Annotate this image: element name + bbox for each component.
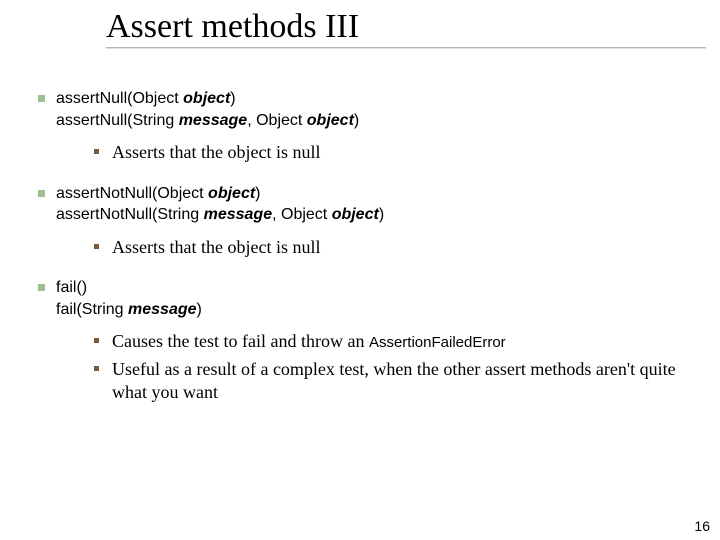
text-segment: Asserts that the object is null xyxy=(112,237,320,257)
sub-bullet-text: Useful as a result of a complex test, wh… xyxy=(112,358,690,405)
text-segment: , Object xyxy=(272,206,332,223)
sub-bullet-group: Causes the test to fail and throw an Ass… xyxy=(94,330,690,404)
bullet-level2: Asserts that the object is null xyxy=(94,141,690,164)
bullet-level1: assertNotNull(Object object) assertNotNul… xyxy=(38,183,690,226)
text-segment: ) xyxy=(230,90,235,107)
square-bullet-icon xyxy=(38,183,56,226)
text-segment: AssertionFailedError xyxy=(369,334,506,351)
text-segment: ) xyxy=(197,301,202,318)
text-segment: object xyxy=(183,90,230,107)
square-bullet-icon xyxy=(38,88,56,131)
text-segment: fail() xyxy=(56,279,87,296)
content-area: assertNull(Object object) assertNull(Stri… xyxy=(38,88,690,409)
bullet-level1: fail() fail(String message) xyxy=(38,277,690,320)
sub-bullet-text: Causes the test to fail and throw an Ass… xyxy=(112,330,506,353)
slide: Assert methods III assertNull(Object obj… xyxy=(0,0,720,540)
text-segment: Useful as a result of a complex test, wh… xyxy=(112,359,676,402)
text-segment: object xyxy=(208,185,255,202)
bullet-level2: Useful as a result of a complex test, wh… xyxy=(94,358,690,405)
bullet-level1: assertNull(Object object) assertNull(Stri… xyxy=(38,88,690,131)
text-segment: message xyxy=(204,206,273,223)
text-segment: ) xyxy=(379,206,384,223)
bullet-text: assertNotNull(Object object) assertNotNul… xyxy=(56,183,384,226)
text-segment: message xyxy=(179,112,248,129)
square-bullet-icon xyxy=(94,358,112,405)
title-block: Assert methods III xyxy=(106,8,706,48)
square-bullet-icon xyxy=(38,277,56,320)
bullet-level2: Causes the test to fail and throw an Ass… xyxy=(94,330,690,353)
text-segment: message xyxy=(128,301,197,318)
sub-bullet-text: Asserts that the object is null xyxy=(112,141,320,164)
sub-bullet-group: Asserts that the object is null xyxy=(94,236,690,259)
bullet-level2: Asserts that the object is null xyxy=(94,236,690,259)
text-segment: object xyxy=(332,206,379,223)
sub-bullet-group: Asserts that the object is null xyxy=(94,141,690,164)
text-segment: , Object xyxy=(247,112,307,129)
text-segment: Causes the test to fail and throw an xyxy=(112,331,369,351)
text-segment: assertNotNull(Object xyxy=(56,185,208,202)
title-underline xyxy=(106,47,706,48)
square-bullet-icon xyxy=(94,141,112,164)
square-bullet-icon xyxy=(94,330,112,353)
page-number: 16 xyxy=(694,518,710,534)
square-bullet-icon xyxy=(94,236,112,259)
bullet-text: fail() fail(String message) xyxy=(56,277,202,320)
bullet-text: assertNull(Object object) assertNull(Stri… xyxy=(56,88,359,131)
text-segment: ) xyxy=(255,185,260,202)
text-segment: Asserts that the object is null xyxy=(112,142,320,162)
text-segment: assertNotNull(String xyxy=(56,206,204,223)
text-segment: fail(String xyxy=(56,301,128,318)
text-segment: assertNull(Object xyxy=(56,90,183,107)
text-segment: assertNull(String xyxy=(56,112,179,129)
text-segment: ) xyxy=(354,112,359,129)
slide-title: Assert methods III xyxy=(106,8,706,45)
sub-bullet-text: Asserts that the object is null xyxy=(112,236,320,259)
text-segment: object xyxy=(307,112,354,129)
